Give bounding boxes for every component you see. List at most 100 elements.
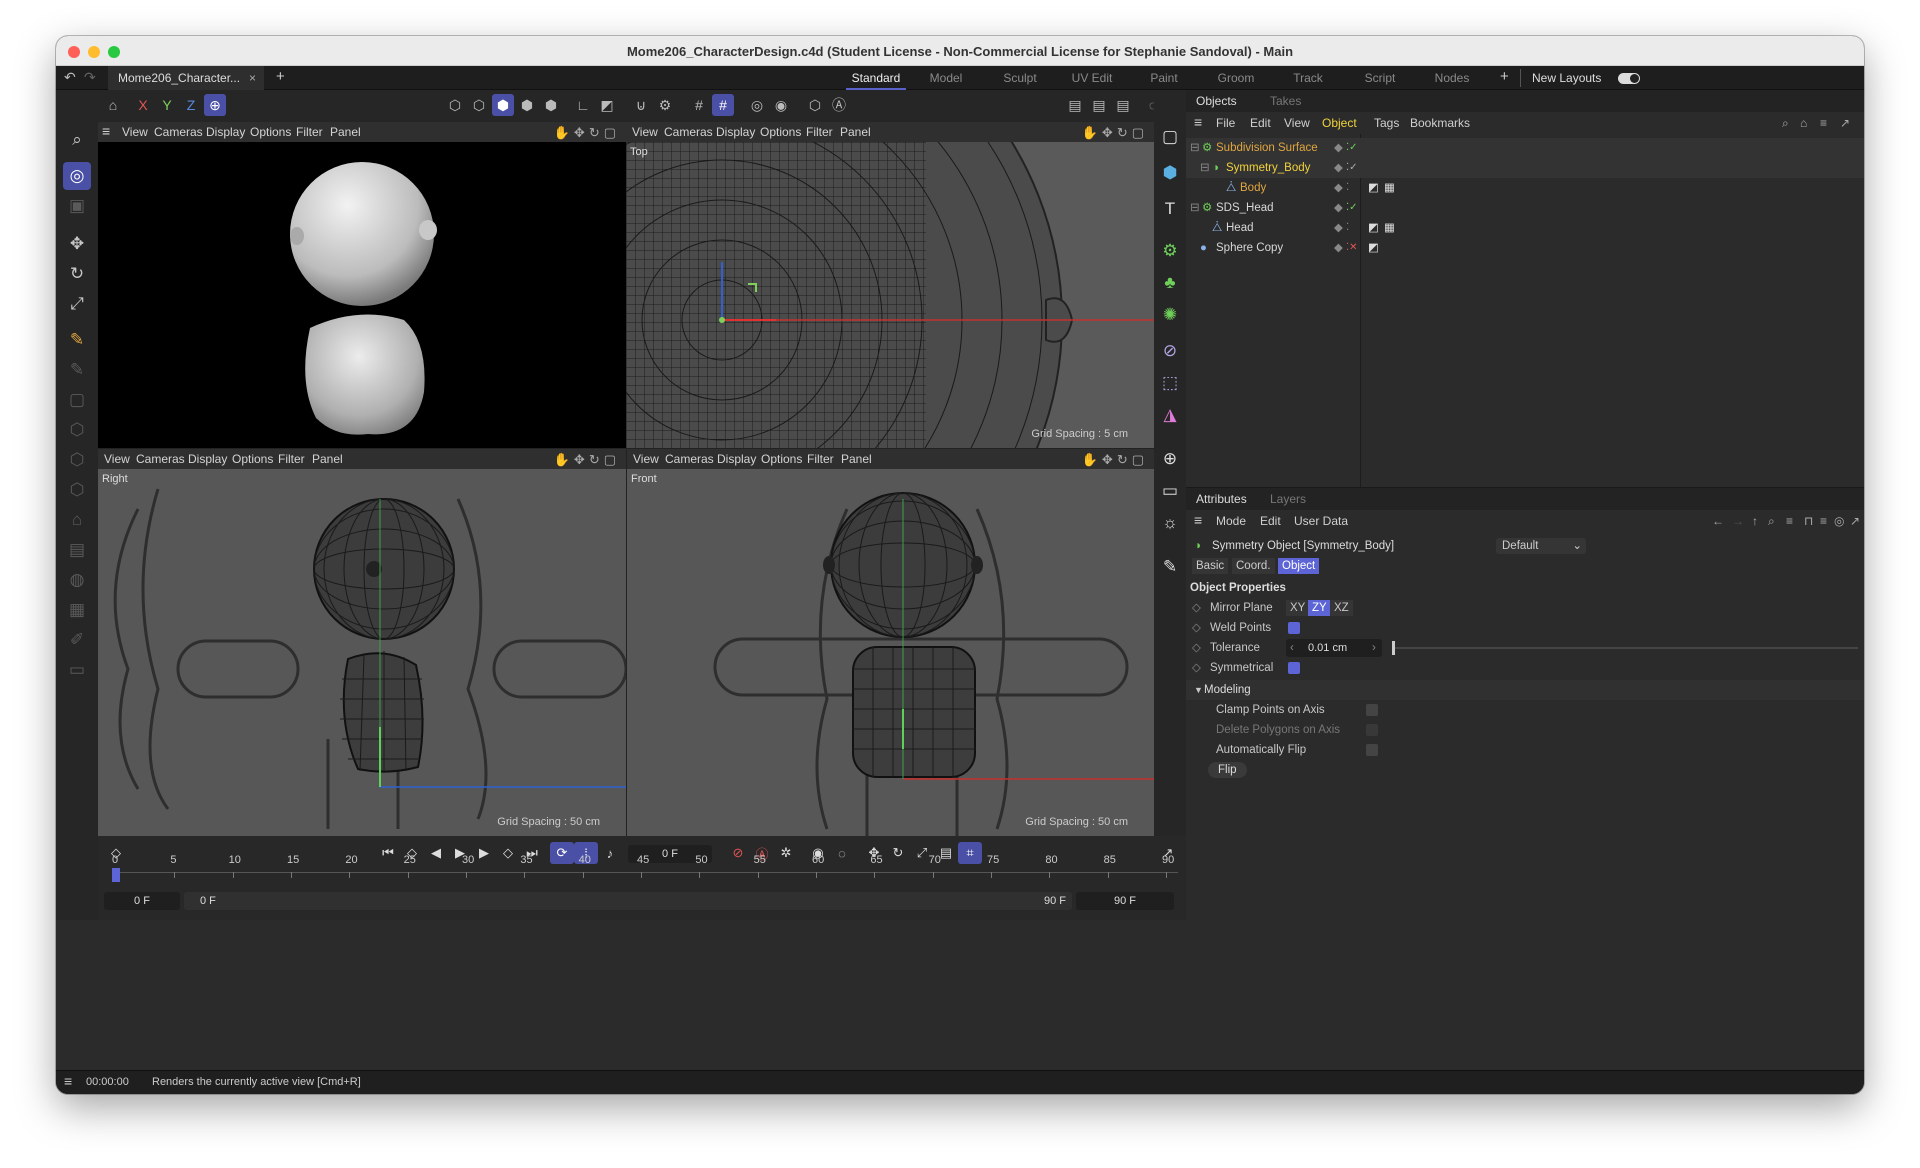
tab-takes[interactable]: Takes — [1270, 94, 1301, 108]
go-to-start-icon[interactable]: ⏮ — [376, 842, 400, 864]
viewport-menu-display[interactable]: Display — [188, 452, 227, 466]
new-window-icon[interactable]: ↗ — [1840, 116, 1850, 130]
scale-icon[interactable]: ⤢ — [63, 290, 91, 318]
spline-icon[interactable]: ⬚ — [1157, 370, 1183, 396]
visibility-off-icon[interactable]: ⁚✕ — [1346, 238, 1358, 258]
add-layout-icon[interactable]: + — [1500, 68, 1509, 85]
tolerance-slider-handle[interactable] — [1392, 641, 1395, 655]
annotation-icon[interactable]: Ⓐ — [828, 94, 850, 116]
layout-tab-track[interactable]: Track — [1278, 66, 1338, 90]
tweak-icon[interactable]: ⚙ — [654, 94, 676, 116]
viewport-menu-cameras[interactable]: Cameras — [154, 125, 203, 139]
render-settings-icon[interactable]: ▤ — [1112, 94, 1134, 116]
layout-tab-groom[interactable]: Groom — [1206, 66, 1266, 90]
edges-mode-icon[interactable]: ⬢ — [516, 94, 538, 116]
flip-button[interactable]: Flip — [1208, 762, 1247, 778]
polygons-mode-icon[interactable]: ⬢ — [492, 94, 514, 116]
viewport-menu-display[interactable]: Display — [716, 125, 755, 139]
filter-icon[interactable]: ≡ — [1786, 514, 1793, 528]
layout-tab-nodes[interactable]: Nodes — [1422, 66, 1482, 90]
layout-tab-script[interactable]: Script — [1350, 66, 1410, 90]
phong-tag-icon[interactable]: ◩ — [1368, 178, 1379, 198]
viewport-menu-panel[interactable]: Panel — [840, 125, 871, 139]
new-tab-icon[interactable]: + — [276, 68, 285, 85]
viewport-menu-panel[interactable]: Panel — [841, 452, 872, 466]
object-row-head[interactable]: ⧊ Head ◆ ⁚ ◩ ▦ — [1186, 218, 1864, 238]
subtab-coord[interactable]: Coord. — [1232, 558, 1275, 574]
material-tag-icon[interactable]: ▦ — [1384, 178, 1395, 198]
snap-grid-icon[interactable]: # — [688, 94, 710, 116]
visibility-dots-icon[interactable]: ⁚ — [1346, 178, 1349, 198]
layout-tab-sculpt[interactable]: Sculpt — [990, 66, 1050, 90]
layout-tab-standard[interactable]: Standard — [846, 66, 906, 90]
increment-icon[interactable]: › — [1372, 638, 1376, 658]
viewport-nav-icons[interactable]: ✋✥↻▢ — [1082, 125, 1148, 141]
deformer-icon[interactable]: ✺ — [1157, 302, 1183, 328]
light-icon[interactable]: ☼ — [1157, 510, 1183, 536]
sound-icon[interactable]: ♪ — [598, 842, 622, 864]
volume-icon[interactable]: ◮ — [1157, 402, 1183, 428]
visibility-dots-icon[interactable]: ⁚ — [1346, 218, 1349, 238]
phong-tag-icon[interactable]: ◩ — [1368, 238, 1379, 258]
axis-x-lock[interactable]: X — [132, 94, 154, 116]
range-slider[interactable]: 0 F 90 F — [184, 892, 1072, 910]
coordinate-system-icon[interactable]: ⊕ — [204, 94, 226, 116]
viewport-nav-icons[interactable]: ✋✥↻▢ — [554, 125, 620, 141]
undo-icon[interactable]: ↶ — [64, 69, 76, 86]
tolerance-slider[interactable] — [1392, 647, 1858, 649]
previous-frame-icon[interactable]: ◀ — [424, 842, 448, 864]
key-interpolation-icon[interactable]: ◌ — [830, 842, 854, 864]
model-mode-icon[interactable]: ⬡ — [468, 94, 490, 116]
visibility-dots-icon[interactable]: ⁚✓ — [1346, 138, 1358, 158]
layer-icon[interactable]: ◆ — [1334, 238, 1343, 258]
mirror-plane-xz[interactable]: XZ — [1330, 600, 1353, 616]
object-row-sds-head[interactable]: ⊟ ⚙ SDS_Head ◆ ⁚✓ — [1186, 198, 1864, 218]
keyframe-diamond-icon[interactable]: ◇ — [1192, 598, 1201, 618]
auto-flip-checkbox[interactable] — [1366, 744, 1378, 756]
object-row-subdivision-surface[interactable]: ⊟ ⚙ Subdivision Surface ◆ ⁚✓ — [1186, 138, 1864, 158]
weld-points-checkbox[interactable] — [1288, 622, 1300, 634]
workplane-icon[interactable]: ⌂ — [63, 506, 91, 534]
viewport-menu-filter[interactable]: Filter — [806, 125, 833, 139]
viewport-solo-icon[interactable]: ⬡ — [804, 94, 826, 116]
points-mode-icon[interactable]: ⬢ — [540, 94, 562, 116]
key-settings-icon[interactable]: ✲ — [774, 842, 798, 864]
layer-icon[interactable]: ◆ — [1334, 138, 1343, 158]
collapse-icon[interactable]: ⊟ — [1200, 158, 1210, 178]
tab-attributes[interactable]: Attributes — [1196, 492, 1247, 506]
viewport-nav-icons[interactable]: ✋✥↻▢ — [554, 452, 620, 468]
layer-icon[interactable]: ◆ — [1334, 158, 1343, 178]
new-layouts-toggle[interactable] — [1618, 73, 1640, 84]
environment-icon[interactable]: ⊕ — [1157, 446, 1183, 472]
soft-selection-icon[interactable]: ◎ — [746, 94, 768, 116]
key-pla-icon[interactable]: ⌗ — [958, 842, 982, 864]
object-row-symmetry-body[interactable]: ⊟ ◑ Symmetry_Body ◆ ⁚✓ — [1186, 158, 1864, 178]
range-start-field[interactable]: 0 F — [104, 892, 180, 910]
playhead[interactable] — [112, 868, 120, 882]
uv-mode-icon[interactable]: ⬡ — [63, 476, 91, 504]
layer-icon[interactable]: ◆ — [1334, 178, 1343, 198]
visibility-dots-icon[interactable]: ⁚✓ — [1346, 158, 1358, 178]
viewport-menu-display[interactable]: Display — [717, 452, 756, 466]
attributes-menu-user-data[interactable]: User Data — [1294, 514, 1348, 528]
symmetrical-checkbox[interactable] — [1288, 662, 1300, 674]
key-rotation-icon[interactable]: ↻ — [886, 842, 910, 864]
layout-tab-paint[interactable]: Paint — [1134, 66, 1194, 90]
viewport-menu-panel[interactable]: Panel — [330, 125, 361, 139]
eraser-icon[interactable]: ▭ — [63, 656, 91, 684]
field-icon[interactable]: ⊘ — [1157, 338, 1183, 364]
text-icon[interactable]: T — [1157, 196, 1183, 222]
loop-icon[interactable]: ⟳ — [550, 842, 574, 864]
viewport-menu-options[interactable]: Options — [250, 125, 291, 139]
clamp-points-checkbox[interactable] — [1366, 704, 1378, 716]
point-mode-icon[interactable]: ⬡ — [63, 446, 91, 474]
keyframe-diamond-icon[interactable]: ◇ — [1192, 618, 1201, 638]
mirror-plane-zy[interactable]: ZY — [1308, 600, 1331, 616]
tab-layers[interactable]: Layers — [1270, 492, 1306, 506]
range-end-field[interactable]: 90 F — [1076, 892, 1174, 910]
preset-dropdown[interactable]: Default ⌄ — [1496, 538, 1586, 554]
viewport-menu-filter[interactable]: Filter — [278, 452, 305, 466]
primitive-icon[interactable]: ⬢ — [1157, 160, 1183, 186]
layer-icon[interactable]: ◆ — [1334, 218, 1343, 238]
collapse-icon[interactable]: ⊟ — [1190, 198, 1200, 218]
